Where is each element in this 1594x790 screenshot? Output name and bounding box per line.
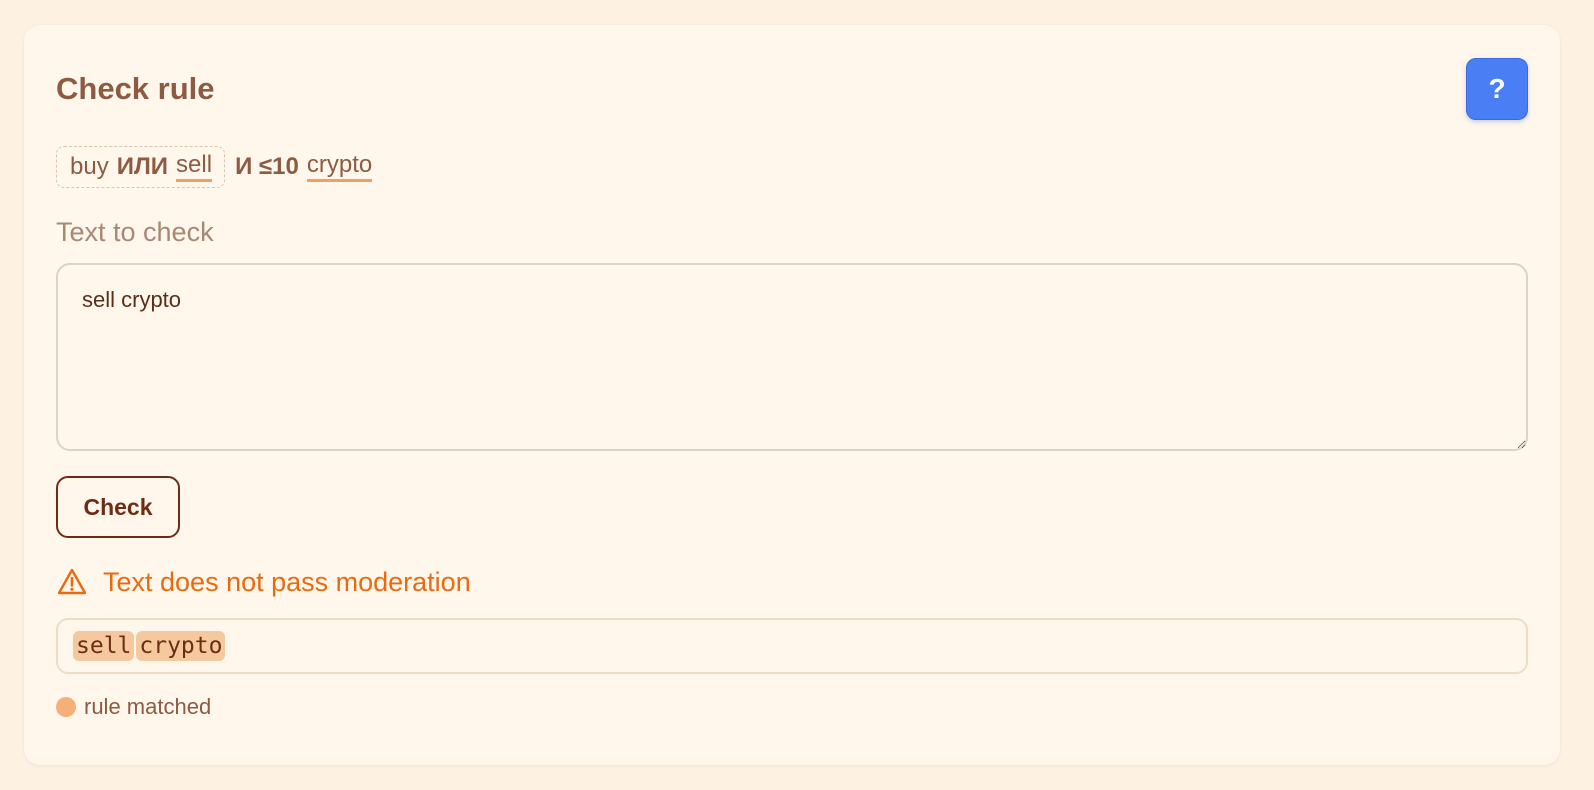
matched-token: crypto xyxy=(136,631,226,661)
page-title: Check rule xyxy=(56,71,215,106)
text-to-check-field-wrapper: sell crypto xyxy=(56,263,1528,451)
matched-token: sell xyxy=(73,631,135,661)
check-rule-card: Check rule ? buy ИЛИ sell И ≤10 crypto T… xyxy=(24,25,1560,765)
rule-word-sell: sell xyxy=(176,152,213,182)
rule-operator-or: ИЛИ xyxy=(116,153,169,180)
moderation-result: Text does not pass moderation xyxy=(56,562,471,602)
result-message: Text does not pass moderation xyxy=(103,566,471,597)
legend: rule matched xyxy=(56,693,211,721)
text-to-check-label: Text to check xyxy=(56,217,214,247)
legend-label: rule matched xyxy=(84,694,212,719)
help-button[interactable]: ? xyxy=(1466,58,1528,120)
rule-expression: buy ИЛИ sell И ≤10 crypto xyxy=(56,146,373,188)
dot-icon xyxy=(56,697,76,717)
highlighted-text-output: sell crypto xyxy=(56,618,1528,674)
text-to-check-input[interactable]: sell crypto xyxy=(56,263,1528,451)
rule-or-group: buy ИЛИ sell xyxy=(56,146,226,188)
check-button[interactable]: Check xyxy=(56,476,180,538)
warning-triangle-icon xyxy=(57,568,87,595)
rule-word-crypto: crypto xyxy=(306,152,373,182)
question-mark-icon: ? xyxy=(1488,73,1506,104)
rule-operator-and: И ≤10 xyxy=(235,153,299,180)
rule-word-buy: buy xyxy=(70,153,109,180)
